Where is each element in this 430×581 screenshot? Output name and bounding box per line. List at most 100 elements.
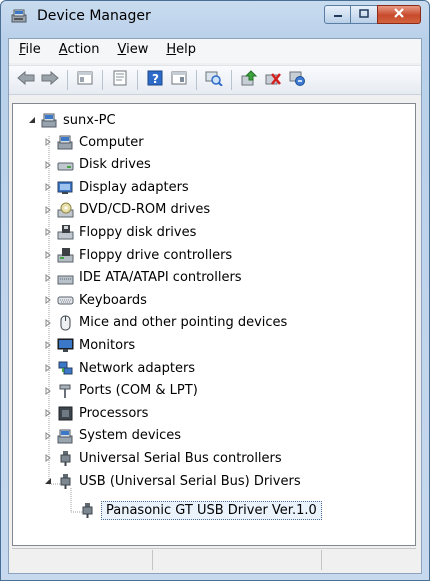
collapsed-triangle-icon[interactable]: [43, 340, 53, 350]
expanded-triangle-icon[interactable]: [27, 115, 37, 125]
tree-node-root[interactable]: sunx-PC: [27, 110, 116, 130]
forward-button[interactable]: [40, 70, 60, 90]
close-button[interactable]: [377, 5, 421, 24]
tree-node-category[interactable]: Floppy drive controllers: [43, 245, 232, 265]
tree-node-category[interactable]: DVD/CD-ROM drives: [43, 200, 210, 220]
svg-text:?: ?: [152, 72, 159, 86]
scan-hardware-icon: [205, 70, 223, 90]
title-bar[interactable]: Device Manager: [1, 1, 429, 31]
uninstall-device-button[interactable]: [287, 70, 307, 90]
tree-node-label: Mice and other pointing devices: [79, 315, 288, 331]
window-title: Device Manager: [37, 8, 151, 24]
menu-action-label: Action: [58, 42, 100, 57]
collapsed-triangle-icon[interactable]: [43, 431, 53, 441]
tree-node-category[interactable]: Network adapters: [43, 358, 195, 378]
collapsed-triangle-icon[interactable]: [43, 295, 53, 305]
view-button[interactable]: [169, 70, 189, 90]
tree-node-category[interactable]: Disk drives: [43, 155, 151, 175]
tree-node-label: USB (Universal Serial Bus) Drivers: [79, 473, 301, 489]
status-pane: [153, 550, 322, 570]
device-manager-window: Device Manager File Action View Help ? s…: [0, 0, 430, 581]
menu-bar: File Action View Help: [9, 39, 421, 63]
collapsed-triangle-icon[interactable]: [43, 160, 53, 170]
tree-node-label: Floppy drive controllers: [79, 247, 233, 263]
collapsed-triangle-icon[interactable]: [43, 227, 53, 237]
expanded-triangle-icon[interactable]: [43, 476, 53, 486]
tree-node-label: Universal Serial Bus controllers: [79, 450, 282, 466]
toolbar-separator: [231, 70, 232, 90]
collapsed-triangle-icon[interactable]: [43, 182, 53, 192]
menu-view-label: View: [117, 42, 149, 57]
collapsed-triangle-icon[interactable]: [43, 453, 53, 463]
floppy-controller-icon: [57, 247, 74, 263]
disable-device-icon: [264, 70, 282, 90]
close-icon: [393, 7, 405, 22]
maximize-icon: [359, 7, 369, 22]
tree-node-category[interactable]: Ports (COM & LPT): [43, 381, 198, 401]
toolbar-separator: [137, 70, 138, 90]
tree-node-label: DVD/CD-ROM drives: [79, 202, 211, 218]
tree-node-category[interactable]: System devices: [43, 426, 181, 446]
tree-node-label: Processors: [79, 405, 149, 421]
tree-node-category[interactable]: Computer: [43, 132, 144, 152]
menu-file-label: File: [19, 42, 41, 57]
tree-node-category[interactable]: Display adapters: [43, 177, 189, 197]
monitor-icon: [57, 337, 74, 353]
uninstall-device-icon: [288, 70, 306, 90]
maximize-button[interactable]: [350, 5, 378, 24]
minimize-icon: [333, 7, 343, 22]
collapsed-triangle-icon[interactable]: [43, 318, 53, 328]
network-adapter-icon: [57, 360, 74, 376]
port-icon: [57, 383, 74, 399]
tree-node-category[interactable]: Mice and other pointing devices: [43, 313, 287, 333]
help-button[interactable]: ?: [145, 70, 165, 90]
device-tree[interactable]: sunx-PC Computer Disk drives Display adapt…: [12, 103, 416, 546]
dvd-drive-icon: [57, 202, 74, 218]
disable-device-button[interactable]: [263, 70, 283, 90]
mouse-icon: [57, 315, 74, 331]
tree-node-category[interactable]: Processors: [43, 403, 148, 423]
tree-node-label: Ports (COM & LPT): [79, 383, 198, 399]
toolbar: ?: [9, 65, 421, 95]
status-bar: [12, 548, 416, 570]
show-hide-tree-button[interactable]: [75, 70, 95, 90]
ide-controller-icon: [57, 270, 74, 286]
system-devices-icon: [57, 428, 74, 444]
show-hide-tree-icon: [77, 71, 93, 89]
collapsed-triangle-icon[interactable]: [43, 273, 53, 283]
status-pane: [12, 550, 153, 570]
display-adapter-icon: [57, 179, 74, 195]
update-driver-button[interactable]: [239, 70, 259, 90]
tree-node-category[interactable]: Keyboards: [43, 290, 147, 310]
status-pane: [322, 550, 416, 570]
menu-help[interactable]: Help: [156, 39, 204, 63]
collapsed-triangle-icon[interactable]: [43, 205, 53, 215]
menu-view[interactable]: View: [108, 39, 157, 63]
collapsed-triangle-icon[interactable]: [43, 363, 53, 373]
computer-icon: [41, 112, 58, 128]
menu-action[interactable]: Action: [49, 39, 108, 63]
collapsed-triangle-icon[interactable]: [43, 250, 53, 260]
tree-node-category[interactable]: Floppy disk drives: [43, 222, 196, 242]
tree-node-label: Disk drives: [79, 157, 151, 173]
collapsed-triangle-icon[interactable]: [43, 137, 53, 147]
tree-node-label: System devices: [79, 428, 182, 444]
tree-node-category[interactable]: USB (Universal Serial Bus) Drivers: [43, 471, 301, 491]
tree-node-label: Network adapters: [79, 360, 196, 376]
tree-node-panasonic-driver[interactable]: Panasonic GT USB Driver Ver.1.0: [79, 500, 322, 520]
computer-icon: [57, 134, 74, 150]
tree-node-category[interactable]: IDE ATA/ATAPI controllers: [43, 268, 242, 288]
collapsed-triangle-icon[interactable]: [43, 408, 53, 418]
tree-node-category[interactable]: Universal Serial Bus controllers: [43, 448, 282, 468]
caption-buttons: [324, 5, 421, 25]
minimize-button[interactable]: [324, 5, 351, 24]
usb-icon: [57, 473, 74, 489]
collapsed-triangle-icon[interactable]: [43, 386, 53, 396]
tree-node-label: Monitors: [79, 337, 136, 353]
back-button[interactable]: [16, 70, 36, 90]
scan-hardware-button[interactable]: [204, 70, 224, 90]
properties-icon: [112, 70, 128, 90]
menu-file[interactable]: File: [9, 39, 49, 63]
properties-button[interactable]: [110, 70, 130, 90]
tree-node-category[interactable]: Monitors: [43, 335, 135, 355]
